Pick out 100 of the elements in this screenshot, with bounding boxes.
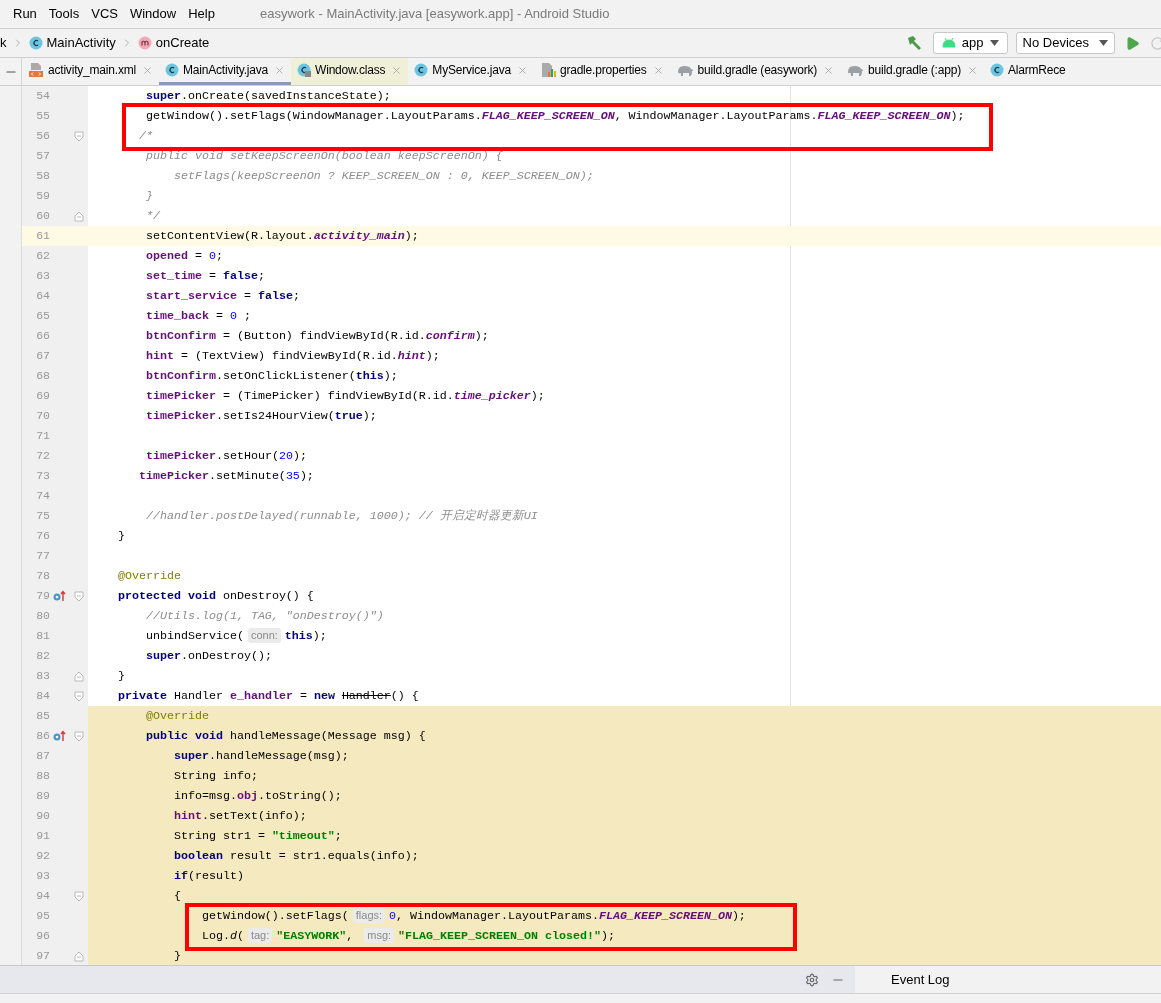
line-number: 63 (35, 268, 50, 285)
caret-icon (989, 40, 999, 46)
run-icon[interactable] (1125, 35, 1140, 51)
code-line: super.onCreate(savedInstanceState); (144, 88, 391, 105)
elephant-icon (846, 63, 865, 77)
code-line: set_time = false; (144, 268, 265, 285)
editor-tab[interactable]: activity_main.xml (22, 58, 159, 85)
code-line: Log.d( tag: "EASYWORK", msg: "FLAG_KEEP_SCREEN_ON closed!"); (200, 927, 615, 945)
fold-marker-icon[interactable] (74, 670, 84, 682)
code-line: start_service = false; (144, 288, 300, 305)
menu-item[interactable]: Window (124, 4, 182, 24)
class-icon (989, 63, 1004, 77)
fold-marker-icon[interactable] (74, 590, 84, 602)
window-title: easywork - MainActivity.java [easywork.app] - Android Studio (259, 5, 610, 24)
device-dropdown[interactable]: No Devices (1015, 32, 1115, 54)
line-number: 91 (35, 828, 50, 845)
code-line: timePicker = (TimePicker) findViewById(R.id.time_picker); (144, 388, 545, 405)
code-line: boolean result = str1.equals(info); (172, 848, 419, 865)
line-number: 60 (35, 208, 50, 225)
configuration-dropdown[interactable]: app (932, 32, 1008, 54)
line-number: 82 (35, 648, 50, 665)
line-number: 59 (35, 188, 50, 205)
close-icon[interactable] (141, 64, 153, 76)
editor-tab[interactable]: MyService.java (408, 58, 534, 85)
line-number: 58 (35, 168, 50, 185)
menu-item[interactable]: Run (8, 4, 42, 24)
close-icon[interactable] (391, 64, 403, 76)
line-number: 85 (35, 708, 50, 725)
method-icon (137, 36, 152, 50)
elephant-icon (675, 63, 694, 77)
line-number: 81 (35, 628, 50, 645)
line-number: 78 (35, 568, 50, 585)
breadcrumb-item[interactable]: MainActivity (46, 33, 116, 53)
code-line: { (172, 888, 181, 905)
close-icon[interactable] (652, 64, 664, 76)
class-icon (164, 63, 179, 77)
fold-marker-icon[interactable] (74, 130, 84, 142)
code-line: */ (144, 208, 160, 225)
line-number: 66 (35, 328, 50, 345)
code-line: hint.setText(info); (172, 808, 307, 825)
code-line: String str1 = "timeout"; (172, 828, 342, 845)
code-line: } (116, 528, 125, 545)
code-line: public void handleMessage(Message msg) { (144, 728, 426, 745)
fold-marker-icon[interactable] (74, 690, 84, 702)
code-line: private Handler e_handler = new Handler() { (116, 688, 419, 705)
code-line: btnConfirm = (Button) findViewById(R.id.confirm); (144, 328, 489, 345)
close-icon[interactable] (516, 64, 528, 76)
code-line: @Override (144, 708, 209, 725)
fold-marker-icon[interactable] (74, 950, 84, 962)
code-line: /* (137, 128, 153, 145)
editor-tab[interactable]: AlarmRece (983, 58, 1072, 85)
breadcrumb-item[interactable]: k (0, 33, 7, 53)
close-icon[interactable] (966, 64, 978, 76)
locked-class-icon (297, 63, 312, 77)
code-line: public void setKeepScreenOn(boolean keepScreenOn) { (144, 148, 503, 165)
editor-tab[interactable]: gradle.properties (533, 58, 670, 85)
close-icon[interactable] (274, 64, 286, 76)
event-log-tab[interactable]: Event Log (891, 969, 950, 990)
code-line: super.onDestroy(); (144, 648, 272, 665)
fold-marker-icon[interactable] (74, 730, 84, 742)
line-number: 94 (35, 888, 50, 905)
code-line: //Utils.log(1, TAG, "onDestroy()") (144, 608, 384, 625)
settings-icon[interactable] (805, 972, 819, 987)
android-icon (941, 38, 956, 48)
line-number: 88 (35, 768, 50, 785)
menu-item[interactable]: Tools (43, 4, 85, 24)
line-number: 83 (35, 668, 50, 685)
code-line: String info; (172, 768, 258, 785)
line-number: 74 (35, 488, 50, 505)
editor-tab[interactable]: Window.class (291, 58, 409, 85)
close-icon[interactable] (823, 64, 835, 76)
line-number: 86 (35, 728, 50, 745)
line-number: 95 (35, 908, 50, 925)
line-number: 70 (35, 408, 50, 425)
line-number: 76 (35, 528, 50, 545)
code-line: hint = (TextView) findViewById(R.id.hint); (144, 348, 440, 365)
code-line: } (116, 668, 125, 685)
editor-tab[interactable]: build.gradle (easywork) (669, 58, 841, 85)
code-line: opened = 0; (144, 248, 223, 265)
line-number: 55 (35, 108, 50, 125)
code-line: @Override (116, 568, 181, 585)
editor-tab[interactable]: build.gradle (:app) (840, 58, 984, 85)
code-line: } (172, 948, 181, 965)
fold-marker-icon[interactable] (74, 890, 84, 902)
line-number: 69 (35, 388, 50, 405)
fold-marker-icon[interactable] (74, 210, 84, 222)
menu-item[interactable]: Help (183, 4, 220, 24)
line-number: 96 (35, 928, 50, 945)
line-number: 89 (35, 788, 50, 805)
line-number: 80 (35, 608, 50, 625)
line-number: 71 (35, 428, 50, 445)
line-number: 64 (35, 288, 50, 305)
breadcrumb-item[interactable]: onCreate (155, 33, 210, 53)
rerun-icon[interactable] (1150, 35, 1161, 51)
code-line: setFlags(keepScreenOn ? KEEP_SCREEN_ON : 0, KEEP_SCREEN_ON); (172, 168, 594, 185)
menu-item[interactable]: VCS (86, 4, 123, 24)
line-number: 61 (35, 228, 50, 245)
line-number: 72 (35, 448, 50, 465)
class-icon (28, 36, 43, 50)
code-line: time_back = 0 ; (144, 308, 251, 325)
